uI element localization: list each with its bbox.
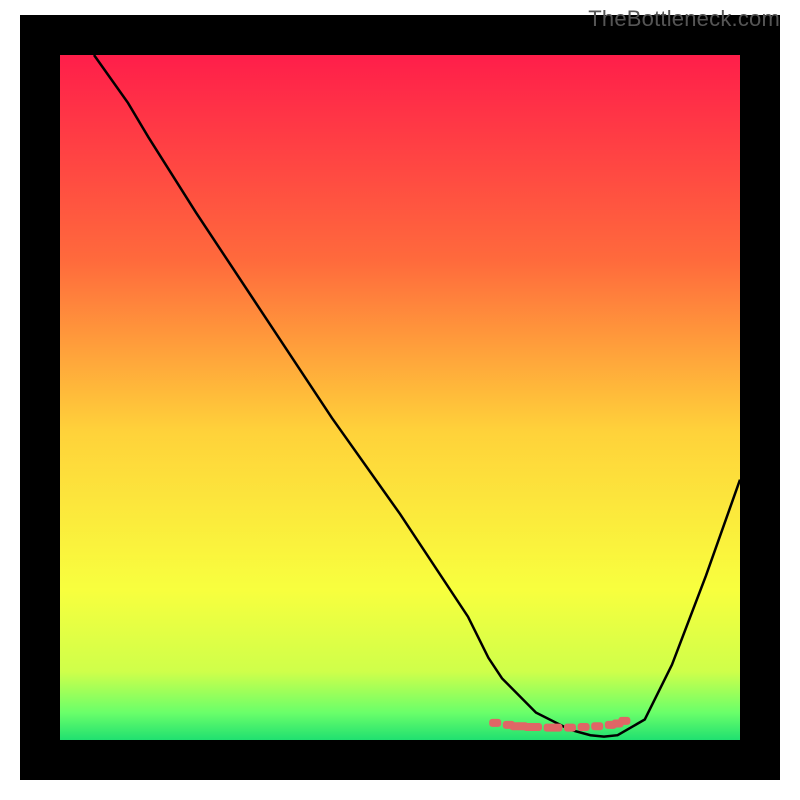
chart-svg (0, 0, 800, 800)
chart-container: TheBottleneck.com (0, 0, 800, 800)
watermark-text: TheBottleneck.com (588, 6, 780, 32)
